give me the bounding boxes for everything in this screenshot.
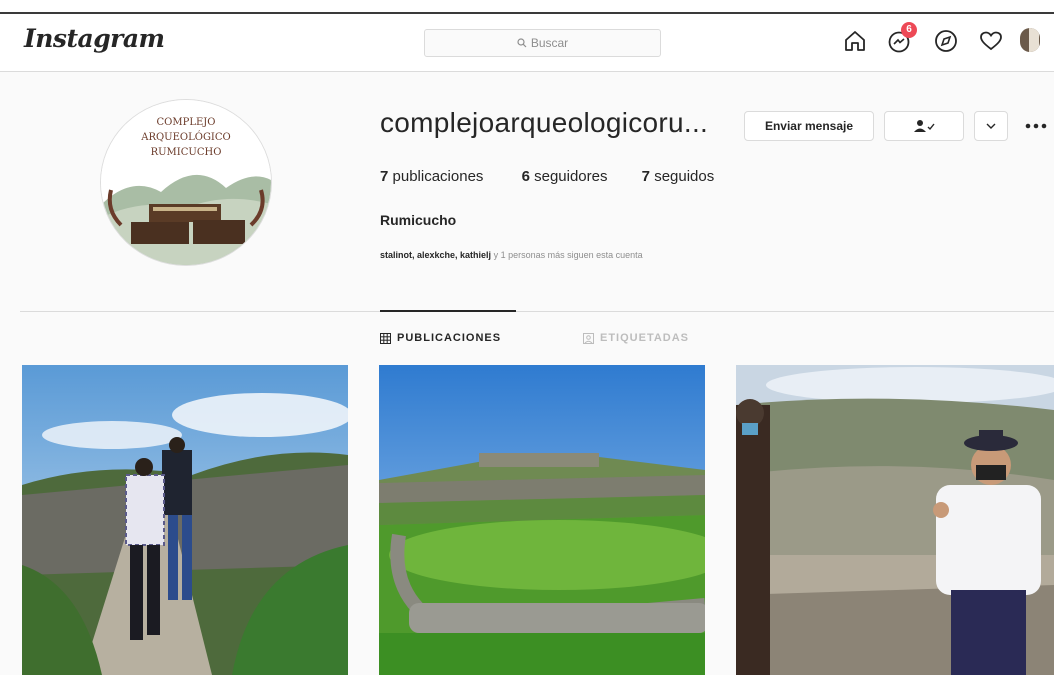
followers-label: seguidores — [534, 168, 608, 185]
posts-stat: 7 publicaciones — [380, 168, 488, 185]
following-stat[interactable]: 7 seguidos — [642, 168, 715, 185]
instagram-logo[interactable]: Instagram — [24, 24, 165, 53]
tagged-person-icon — [583, 332, 594, 344]
person-check-icon — [914, 120, 935, 132]
search-icon — [517, 38, 527, 48]
following-count: 7 — [641, 168, 651, 185]
send-message-button[interactable]: Enviar mensaje — [744, 111, 874, 141]
top-navigation-bar: Instagram Buscar 6 — [0, 14, 1054, 72]
followers-stat[interactable]: 6 seguidores — [522, 168, 612, 185]
following-status-button[interactable] — [884, 111, 964, 141]
chevron-down-icon — [986, 123, 996, 129]
home-icon[interactable] — [842, 28, 868, 54]
profile-divider — [20, 311, 1054, 312]
more-options-button[interactable] — [1022, 116, 1052, 136]
post-image-1 — [22, 365, 348, 675]
heart-activity-icon[interactable] — [978, 28, 1004, 54]
profile-full-name: Rumicucho — [380, 212, 457, 228]
profile-stats: 7 publicaciones 6 seguidores 7 seguidos — [380, 168, 714, 185]
avatar-text-line-3: RUMICUCHO — [151, 147, 222, 158]
post-thumbnail-1[interactable] — [22, 365, 348, 675]
active-tab-indicator — [380, 310, 516, 312]
profile-avatar-icon[interactable] — [1020, 28, 1040, 52]
post-image-3 — [736, 365, 1054, 675]
followed-by-names: stalinot, alexkche, kathielj — [380, 250, 492, 260]
explore-compass-icon[interactable] — [933, 28, 959, 54]
search-placeholder: Buscar — [530, 36, 569, 50]
tab-posts[interactable]: PUBLICACIONES — [380, 332, 501, 344]
followed-by-text[interactable]: stalinot, alexkche, kathielj y 1 persona… — [380, 250, 643, 260]
following-label: seguidos — [654, 168, 715, 185]
direct-messages-button[interactable]: 6 — [887, 22, 917, 54]
profile-avatar: COMPLEJO ARQUEOLÓGICO RUMICUCHO — [100, 99, 272, 266]
notification-badge: 6 — [901, 22, 917, 38]
posts-label: publicaciones — [392, 168, 484, 185]
post-image-2 — [379, 365, 705, 675]
posts-count: 7 — [380, 168, 389, 185]
profile-username: complejoarqueologicoru... — [380, 107, 709, 138]
grid-icon — [380, 332, 391, 344]
followers-count: 6 — [521, 168, 530, 185]
avatar-logo-graphic: COMPLEJO ARQUEOLÓGICO RUMICUCHO — [101, 100, 271, 265]
post-thumbnail-2[interactable] — [379, 365, 705, 675]
tab-posts-label: PUBLICACIONES — [397, 332, 502, 344]
tab-tagged-label: ETIQUETADAS — [600, 332, 690, 344]
search-input[interactable]: Buscar — [424, 29, 661, 57]
followed-by-suffix: y 1 personas más siguen esta cuenta — [493, 250, 643, 260]
suggestions-dropdown-button[interactable] — [974, 111, 1008, 141]
avatar-text-line-2: ARQUEOLÓGICO — [140, 131, 231, 143]
avatar-text-line-1: COMPLEJO — [157, 117, 216, 128]
tab-tagged[interactable]: ETIQUETADAS — [583, 332, 689, 344]
post-thumbnail-3[interactable] — [736, 365, 1054, 675]
more-dots-icon — [1025, 123, 1047, 129]
browser-top-strip — [0, 0, 1054, 14]
